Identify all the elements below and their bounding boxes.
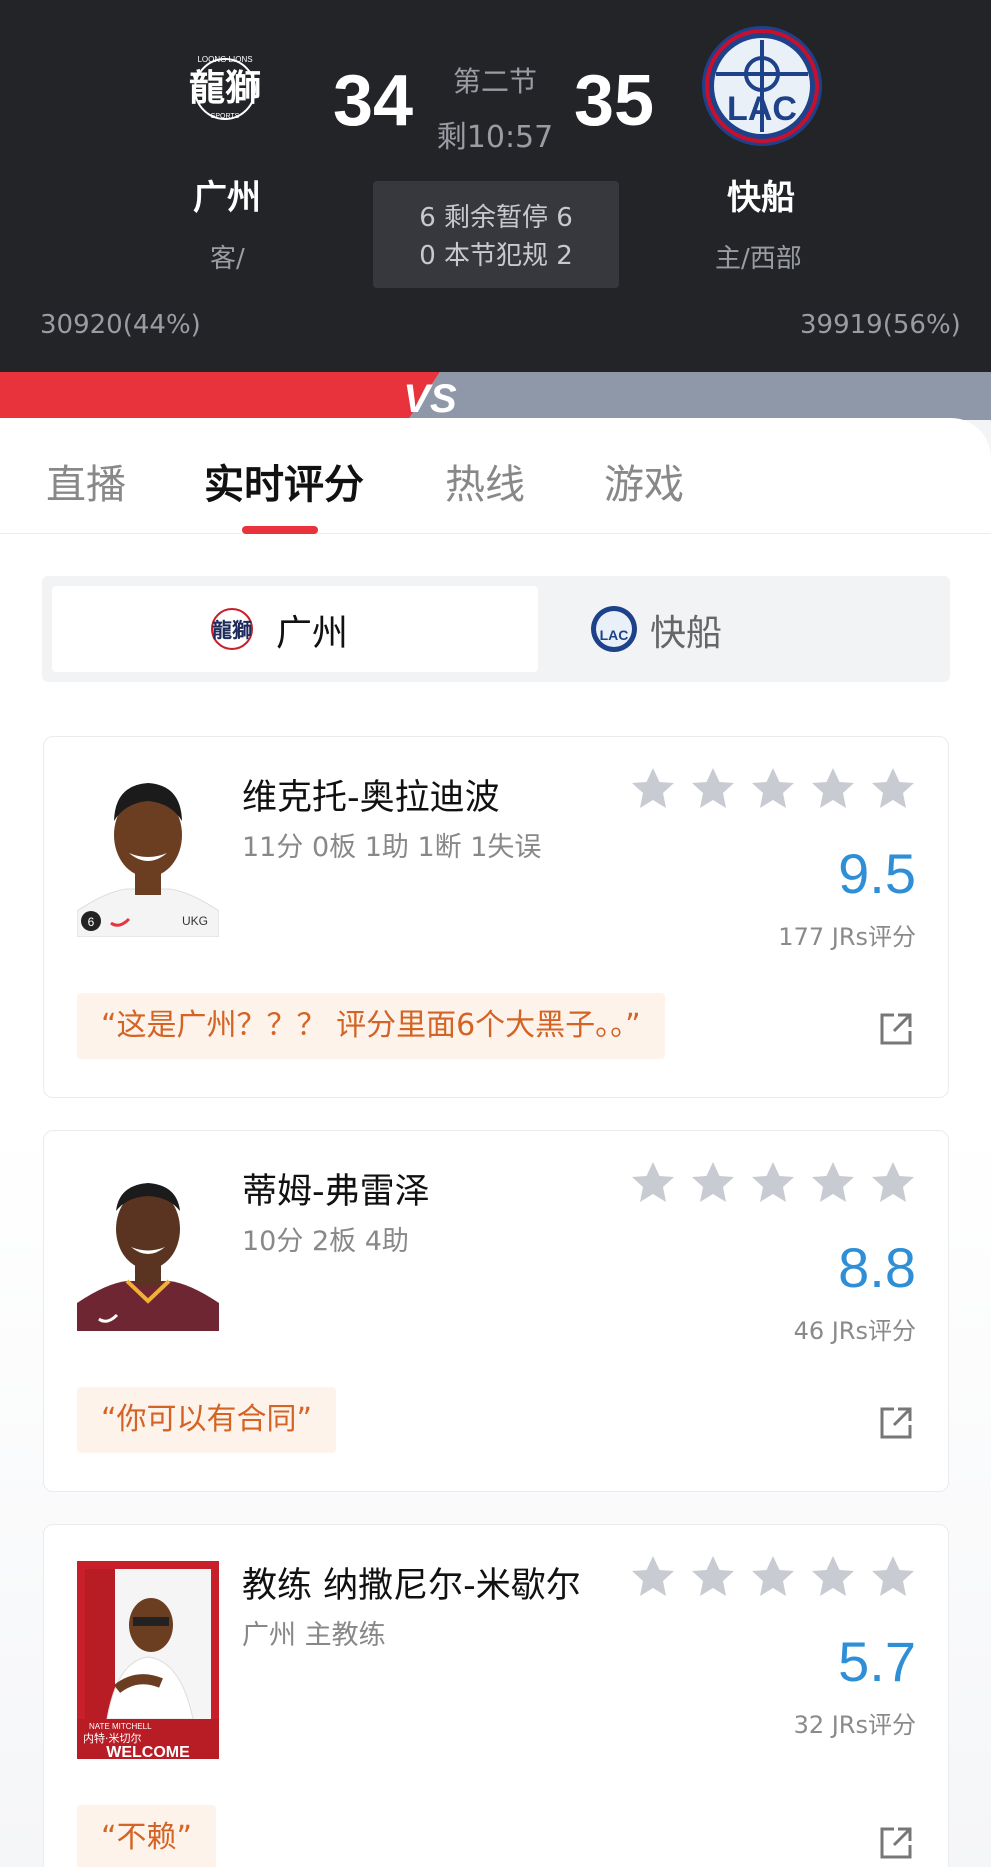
svg-text:SPORTS: SPORTS bbox=[211, 113, 240, 120]
star-icon bbox=[812, 1556, 854, 1596]
svg-text:龍獅: 龍獅 bbox=[212, 618, 252, 642]
svg-text:UKG: UKG bbox=[182, 914, 208, 928]
player-card[interactable]: 6 UKG 维克托-奥拉迪波 11分 0板 1助 1断 1失误 9.5 177 … bbox=[43, 736, 949, 1098]
vs-label: VS bbox=[403, 377, 457, 420]
game-header: LOONG LIONS 龍獅 SPORTS 34 第二节 剩10:57 35 L… bbox=[0, 0, 991, 372]
ratings-panel: 直播 实时评分 热线 游戏 龍獅 广州 LAC 快船 6 UKG 维克托-奥拉迪… bbox=[0, 418, 991, 1867]
active-tab-indicator bbox=[242, 526, 318, 534]
rating-count: 177 JRs评分 bbox=[778, 923, 916, 951]
star-icon bbox=[812, 1162, 854, 1202]
tab-live-ratings[interactable]: 实时评分 bbox=[204, 452, 364, 510]
star-icon bbox=[752, 768, 794, 808]
star-icon bbox=[632, 1162, 674, 1202]
star-rating-input[interactable] bbox=[628, 765, 918, 815]
player-avatar: 6 UKG bbox=[77, 773, 219, 937]
guangzhou-icon: 龍獅 bbox=[211, 608, 253, 650]
game-clock: 剩10:57 bbox=[436, 120, 554, 155]
home-votes: 39919(56%) bbox=[800, 310, 961, 340]
star-rating-input[interactable] bbox=[628, 1159, 918, 1209]
home-score: 35 bbox=[574, 61, 655, 141]
team-option-label: 快船 bbox=[650, 613, 723, 654]
star-icon bbox=[692, 1162, 734, 1202]
coach-photo: NATE MITCHELL 内特·米切尔 WELCOME bbox=[77, 1561, 219, 1759]
period-fouls: 0 本节犯规 2 bbox=[419, 241, 573, 271]
guangzhou-logo: LOONG LIONS 龍獅 SPORTS bbox=[189, 55, 261, 120]
share-icon[interactable] bbox=[878, 1011, 914, 1047]
team-option-label: 广州 bbox=[276, 613, 349, 654]
game-info-box: 6 剩余暂停 6 0 本节犯规 2 bbox=[373, 181, 619, 288]
away-team-name[interactable]: 广州 bbox=[193, 170, 261, 219]
svg-text:NATE MITCHELL: NATE MITCHELL bbox=[89, 1722, 152, 1731]
coach-card[interactable]: NATE MITCHELL 内特·米切尔 WELCOME 教练 纳撒尼尔-米歇尔… bbox=[43, 1524, 949, 1867]
player-rating: 9.5 bbox=[838, 842, 916, 905]
tab-bar: 直播 实时评分 热线 游戏 bbox=[0, 418, 991, 534]
player-rating: 8.8 bbox=[838, 1236, 916, 1299]
svg-text:LOONG LIONS: LOONG LIONS bbox=[197, 55, 252, 64]
star-icon bbox=[872, 1556, 914, 1596]
share-icon[interactable] bbox=[878, 1405, 914, 1441]
rating-count: 32 JRs评分 bbox=[793, 1711, 916, 1739]
star-icon bbox=[632, 1556, 674, 1596]
share-icon[interactable] bbox=[878, 1825, 914, 1861]
top-comment[interactable]: “你可以有合同” bbox=[77, 1387, 337, 1453]
star-icon bbox=[692, 768, 734, 808]
coach-rating: 5.7 bbox=[838, 1630, 916, 1693]
home-team-name[interactable]: 快船 bbox=[727, 170, 795, 219]
player-name: 蒂姆-弗雷泽 bbox=[242, 1172, 430, 1212]
tab-hotline[interactable]: 热线 bbox=[445, 452, 525, 510]
team-option-clippers[interactable]: LAC 快船 bbox=[538, 586, 940, 672]
clippers-icon: LAC bbox=[591, 606, 637, 652]
tab-games[interactable]: 游戏 bbox=[604, 452, 684, 510]
star-icon bbox=[872, 768, 914, 808]
star-rating-input[interactable] bbox=[628, 1553, 918, 1603]
star-icon bbox=[752, 1162, 794, 1202]
vs-support-bar: VS bbox=[0, 372, 991, 420]
rating-count: 46 JRs评分 bbox=[793, 1317, 916, 1345]
top-comment[interactable]: “不赖” bbox=[77, 1805, 217, 1867]
player-stats: 11分 0板 1助 1断 1失误 bbox=[242, 832, 542, 863]
svg-text:龍獅: 龍獅 bbox=[189, 68, 261, 109]
star-icon bbox=[752, 1556, 794, 1596]
svg-text:WELCOME: WELCOME bbox=[106, 1744, 190, 1759]
top-comment[interactable]: “这是广州？？？ 评分里面6个大黑子。。” bbox=[77, 993, 665, 1059]
tab-live[interactable]: 直播 bbox=[46, 452, 126, 510]
player-card[interactable]: 蒂姆-弗雷泽 10分 2板 4助 8.8 46 JRs评分 “你可以有合同” bbox=[43, 1130, 949, 1492]
timeouts-remaining: 6 剩余暂停 6 bbox=[419, 203, 573, 233]
away-team-sub: 客/ bbox=[210, 244, 245, 274]
home-team-sub: 主/西部 bbox=[715, 244, 802, 274]
star-icon bbox=[632, 768, 674, 808]
away-votes: 30920(44%) bbox=[40, 310, 201, 340]
svg-text:LAC: LAC bbox=[600, 627, 629, 643]
svg-text:6: 6 bbox=[88, 915, 95, 929]
away-support-bar bbox=[0, 372, 440, 420]
player-avatar bbox=[77, 1167, 219, 1331]
clippers-logo: LAC bbox=[702, 26, 822, 146]
star-icon bbox=[872, 1162, 914, 1202]
svg-text:内特·米切尔: 内特·米切尔 bbox=[83, 1731, 142, 1745]
coach-role: 广州 主教练 bbox=[242, 1620, 386, 1651]
team-option-guangzhou[interactable]: 龍獅 广州 bbox=[52, 586, 538, 672]
coach-name: 教练 纳撒尼尔-米歇尔 bbox=[242, 1566, 581, 1606]
home-support-bar bbox=[408, 372, 991, 420]
svg-text:LAC: LAC bbox=[727, 90, 797, 128]
team-switcher: 龍獅 广州 LAC 快船 bbox=[42, 576, 950, 682]
away-score: 34 bbox=[333, 61, 414, 141]
player-name: 维克托-奥拉迪波 bbox=[242, 778, 500, 818]
period-label: 第二节 bbox=[452, 65, 537, 98]
star-icon bbox=[812, 768, 854, 808]
player-stats: 10分 2板 4助 bbox=[242, 1226, 409, 1257]
star-icon bbox=[692, 1556, 734, 1596]
